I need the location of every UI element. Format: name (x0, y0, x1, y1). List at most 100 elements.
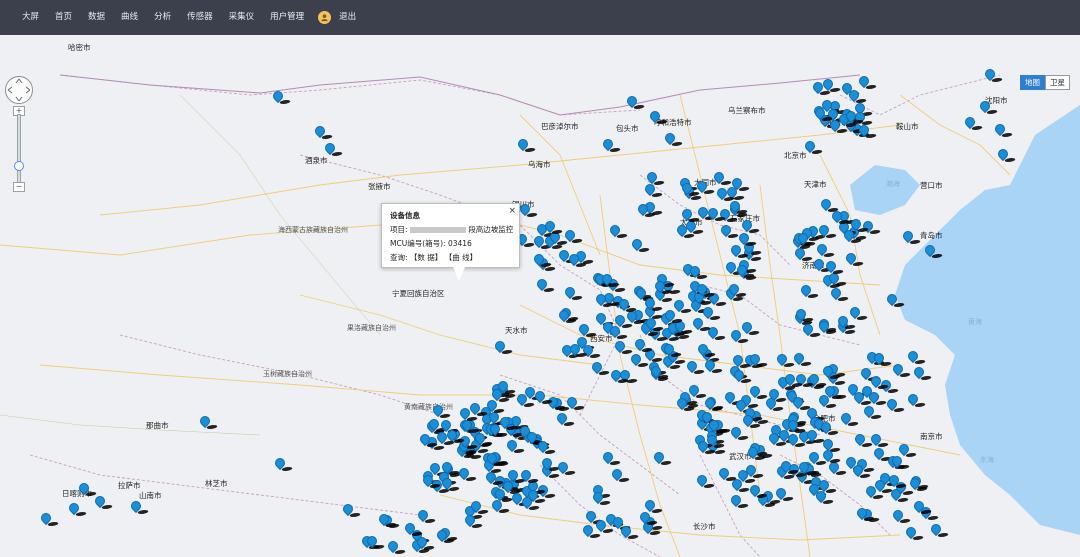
device-marker-icon[interactable] (869, 432, 890, 449)
device-marker-icon[interactable] (557, 307, 578, 325)
device-marker-icon[interactable] (821, 447, 843, 465)
device-marker-icon[interactable] (863, 484, 885, 501)
device-marker-icon[interactable] (414, 535, 436, 552)
device-marker-icon[interactable] (801, 322, 822, 339)
device-marker-icon[interactable] (793, 306, 815, 324)
device-marker-icon[interactable] (729, 242, 751, 260)
device-marker-icon[interactable] (792, 246, 814, 263)
device-marker-icon[interactable] (856, 123, 878, 140)
device-marker-icon[interactable] (679, 180, 701, 198)
device-marker-icon[interactable] (869, 373, 890, 391)
device-marker-icon[interactable] (38, 510, 60, 528)
device-marker-icon[interactable] (492, 338, 514, 356)
device-marker-icon[interactable] (599, 272, 621, 289)
device-marker-icon[interactable] (838, 410, 860, 428)
device-marker-icon[interactable] (456, 465, 478, 483)
zoom-slider-knob[interactable] (14, 161, 24, 171)
device-marker-icon[interactable] (270, 88, 292, 106)
device-marker-icon[interactable] (525, 429, 546, 447)
device-marker-icon[interactable] (992, 121, 1014, 139)
device-marker-icon[interactable] (457, 406, 479, 423)
device-marker-icon[interactable] (717, 466, 738, 483)
device-marker-icon[interactable] (617, 296, 639, 314)
device-marker-icon[interactable] (672, 319, 694, 336)
device-marker-icon[interactable] (607, 324, 629, 341)
device-marker-icon[interactable] (612, 339, 634, 356)
device-marker-icon[interactable] (855, 505, 876, 523)
device-marker-icon[interactable] (607, 222, 629, 240)
device-marker-icon[interactable] (844, 251, 865, 268)
device-marker-icon[interactable] (727, 199, 749, 216)
device-marker-icon[interactable] (712, 169, 733, 187)
device-marker-icon[interactable] (581, 522, 602, 540)
device-marker-icon[interactable] (643, 315, 665, 333)
device-marker-icon[interactable] (589, 359, 611, 377)
nav-item-collector[interactable]: 采集仪 (229, 0, 255, 35)
device-marker-icon[interactable] (889, 453, 911, 471)
device-marker-icon[interactable] (515, 392, 536, 409)
device-marker-icon[interactable] (643, 295, 665, 313)
device-marker-icon[interactable] (662, 130, 684, 148)
device-marker-icon[interactable] (829, 285, 851, 303)
popup-close-button[interactable]: × (508, 206, 516, 216)
device-marker-icon[interactable] (729, 425, 750, 442)
device-marker-icon[interactable] (830, 209, 851, 226)
device-marker-icon[interactable] (900, 228, 922, 246)
device-marker-icon[interactable] (802, 138, 824, 156)
device-marker-icon[interactable] (748, 383, 769, 401)
device-marker-icon[interactable] (746, 444, 767, 462)
nav-item-sensor[interactable]: 传感器 (187, 0, 213, 35)
device-marker-icon[interactable] (637, 510, 659, 527)
device-marker-icon[interactable] (719, 222, 741, 240)
device-marker-icon[interactable] (740, 218, 761, 235)
device-marker-icon[interactable] (92, 493, 114, 511)
device-marker-icon[interactable] (462, 512, 484, 530)
nav-item-curve[interactable]: 曲线 (121, 0, 138, 35)
device-marker-icon[interactable] (904, 525, 926, 542)
device-marker-icon[interactable] (887, 472, 909, 490)
device-marker-icon[interactable] (732, 368, 753, 385)
device-marker-icon[interactable] (905, 349, 927, 366)
device-marker-icon[interactable] (420, 473, 442, 490)
device-marker-icon[interactable] (778, 459, 800, 476)
device-marker-icon[interactable] (694, 281, 716, 299)
device-marker-icon[interactable] (556, 248, 578, 265)
device-marker-icon[interactable] (982, 66, 1004, 84)
device-marker-icon[interactable] (563, 285, 584, 302)
device-marker-icon[interactable] (727, 281, 748, 299)
zoom-slider-track[interactable] (17, 114, 21, 192)
device-marker-icon[interactable] (434, 430, 456, 447)
device-marker-icon[interactable] (696, 438, 718, 456)
device-marker-icon[interactable] (821, 76, 842, 94)
device-marker-icon[interactable] (715, 185, 737, 203)
user-avatar-icon[interactable] (318, 11, 332, 24)
nav-item-analysis[interactable]: 分析 (154, 0, 171, 35)
device-marker-icon[interactable] (647, 108, 669, 126)
device-marker-icon[interactable] (922, 242, 944, 260)
device-marker-icon[interactable] (740, 412, 762, 430)
device-marker-icon[interactable] (488, 421, 509, 439)
device-marker-icon[interactable] (535, 438, 557, 456)
device-marker-icon[interactable] (884, 291, 906, 309)
device-marker-icon[interactable] (632, 337, 654, 354)
device-marker-icon[interactable] (272, 455, 294, 473)
map-type-map-button[interactable]: 地图 (1020, 75, 1045, 90)
device-marker-icon[interactable] (796, 460, 818, 477)
device-marker-icon[interactable] (748, 352, 770, 369)
device-marker-icon[interactable] (624, 93, 646, 111)
device-marker-icon[interactable] (748, 482, 769, 500)
device-marker-icon[interactable] (817, 319, 839, 336)
device-marker-icon[interactable] (823, 384, 845, 401)
device-marker-icon[interactable] (856, 74, 878, 91)
device-marker-icon[interactable] (867, 390, 889, 407)
device-marker-icon[interactable] (684, 359, 706, 376)
device-marker-icon[interactable] (618, 523, 640, 541)
device-marker-icon[interactable] (814, 241, 836, 259)
device-marker-icon[interactable] (706, 325, 727, 342)
device-marker-icon[interactable] (674, 396, 696, 413)
device-marker-icon[interactable] (851, 463, 872, 480)
device-marker-icon[interactable] (786, 431, 807, 449)
device-marker-icon[interactable] (861, 404, 883, 421)
device-marker-icon[interactable] (542, 218, 564, 236)
device-marker-icon[interactable] (820, 363, 842, 381)
